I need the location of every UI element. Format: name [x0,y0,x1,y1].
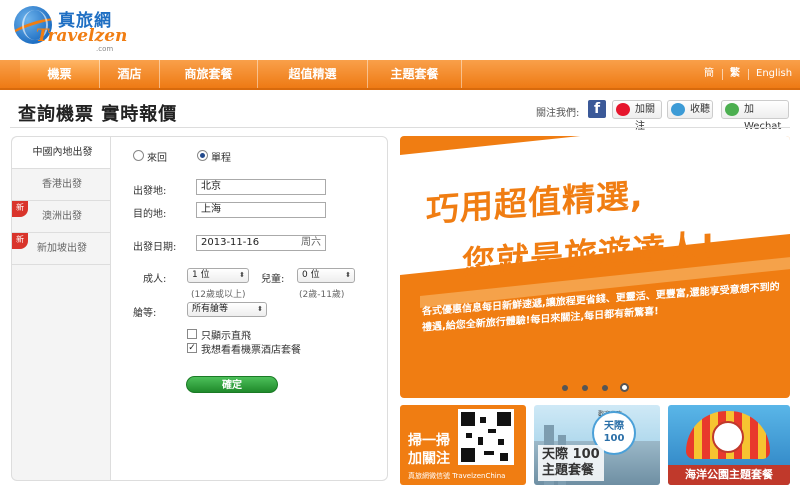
date-input[interactable]: 2013-11-16 周六 [196,235,326,251]
nav-item-deals[interactable]: 超值精選 [258,60,368,88]
lang-divider [748,69,749,80]
day-of-week: 周六 [301,237,321,248]
mascot-face-icon [712,421,744,453]
main-nav: 機票 酒店 商旅套餐 超值精選 主題套餐 簡 繁 English [0,60,800,90]
select-arrow-icon: ⬍ [345,271,351,279]
nav-item-flights[interactable]: 機票 [20,60,100,88]
sky100-label-line2: 主題套餐 [542,463,595,478]
renren-icon [671,103,685,116]
flight-search-form: 來回 單程 出發地: 北京 目的地: 上海 出發日期: 2013-11-16 周… [110,136,388,481]
tab-singapore[interactable]: 新 新加坡出發 [12,233,112,265]
child-age-hint: (2歲-11歲) [299,290,345,300]
child-label: 兒童: [261,274,285,285]
follow-label: 關注我們: [536,108,580,119]
child-value: 0 位 [302,270,320,280]
child-select[interactable]: 0 位 ⬍ [297,268,355,283]
sky100-promo-tile[interactable]: 歡迎光臨 天際100 天際 100 主題套餐 [534,405,660,485]
direct-only-checkbox[interactable] [187,329,197,339]
lang-divider [722,69,723,80]
confirm-button[interactable]: 確定 [186,376,278,393]
page-title: 查詢機票 實時報價 [18,104,178,125]
carousel-dot[interactable] [562,385,568,391]
ocean-park-label: 海洋公園主題套餐 [668,465,790,485]
to-input[interactable]: 上海 [196,202,326,218]
date-label: 出發日期: [133,242,177,253]
wechat-promo-line2: 加關注 [408,451,450,467]
renren-listen-label: 收聽 [690,104,710,115]
select-arrow-icon: ⬍ [239,271,245,279]
qr-code-icon [458,409,514,465]
departure-tabs: 中國內地出發 香港出發 新 澳洲出發 新 新加坡出發 [11,136,113,481]
lang-traditional[interactable]: 繁 [730,60,740,88]
sky100-label: 天際 100 主題套餐 [538,445,604,481]
facebook-icon[interactable]: f [588,100,606,118]
new-badge: 新 [12,201,28,217]
round-trip-radio[interactable] [133,150,144,161]
tab-label: 新加坡出發 [37,243,87,254]
tab-australia[interactable]: 新 澳洲出發 [12,201,112,233]
logo-domain: .com [96,45,114,53]
round-trip-label: 來回 [147,153,167,164]
wechat-promo-line1: 掃一掃 [408,433,450,449]
date-value: 2013-11-16 [201,237,260,248]
from-label: 出發地: [133,186,167,197]
cabin-select[interactable]: 所有艙等 ⬍ [187,302,267,317]
one-way-label: 單程 [211,153,231,164]
weibo-follow-button[interactable]: 加關注 [612,100,662,132]
one-way-radio[interactable] [197,150,208,161]
ocean-park-promo-tile[interactable]: 海洋公園主題套餐 [668,405,790,485]
sky100-label-line1: 天際 100 [542,447,600,462]
package-label: 我想看看機票酒店套餐 [201,345,301,356]
lang-simplified[interactable]: 簡 [704,60,714,88]
nav-item-theme-packages[interactable]: 主題套餐 [368,60,462,88]
tab-mainland-china[interactable]: 中國內地出發 [12,137,113,169]
header: 真旅網 Travelzen .com [0,0,800,60]
carousel-dot-active[interactable] [620,383,629,392]
select-arrow-icon: ⬍ [257,305,263,313]
from-input[interactable]: 北京 [196,179,326,195]
tab-hong-kong[interactable]: 香港出發 [12,169,112,201]
wechat-promo-tile[interactable]: 掃一掃 加關注 真旅網微信號 TravelzenChina [400,405,526,485]
adult-age-hint: (12歲或以上) [191,290,246,300]
package-checkbox[interactable]: ✓ [187,343,197,353]
to-label: 目的地: [133,209,167,220]
logo-english[interactable]: Travelzen [36,26,127,46]
renren-listen-button[interactable]: 收聽 [667,100,713,119]
carousel-dot[interactable] [582,385,588,391]
header-divider [10,127,790,128]
wechat-add-button[interactable]: 加 Wechat [721,100,789,132]
weibo-icon [616,103,630,116]
adult-select[interactable]: 1 位 ⬍ [187,268,249,283]
cabin-value: 所有艙等 [192,304,229,314]
cabin-label: 艙等: [133,308,157,319]
wechat-icon [725,103,739,116]
direct-only-label: 只顯示直飛 [201,331,251,342]
carousel-dot[interactable] [602,385,608,391]
new-badge: 新 [12,233,28,249]
wechat-promo-caption: 真旅網微信號 TravelzenChina [408,472,506,480]
nav-item-hotels[interactable]: 酒店 [100,60,160,88]
lang-english[interactable]: English [756,60,792,88]
promo-banner[interactable]: 巧用超值精選, 您就是旅遊達人! 各式優惠信息每日新鮮速遞,讓旅程更省錢、更靈活… [400,136,790,398]
adult-value: 1 位 [192,270,210,280]
nav-item-business-packages[interactable]: 商旅套餐 [160,60,258,88]
tab-label: 澳洲出發 [42,211,82,222]
adult-label: 成人: [143,274,167,285]
